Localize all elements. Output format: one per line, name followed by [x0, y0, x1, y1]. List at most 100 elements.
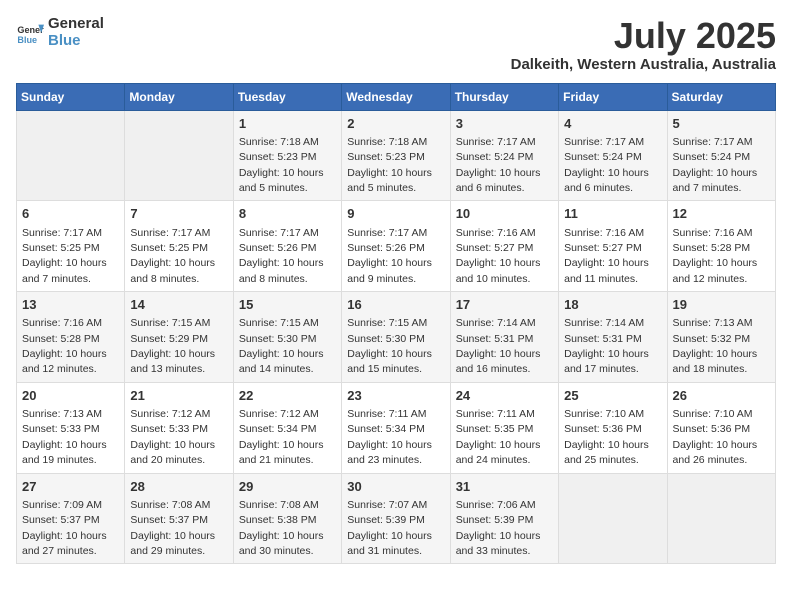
- cell-info: Sunrise: 7:11 AMSunset: 5:34 PMDaylight:…: [347, 408, 432, 466]
- day-number: 28: [130, 478, 227, 496]
- day-cell: 17 Sunrise: 7:14 AMSunset: 5:31 PMDayligh…: [450, 292, 558, 383]
- day-cell: 27Sunrise: 7:09 AMSunset: 5:37 PMDayligh…: [17, 473, 125, 564]
- cell-info: Sunrise: 7:16 AMSunset: 5:28 PMDaylight:…: [673, 227, 758, 285]
- day-number: 12: [673, 205, 770, 223]
- cell-info: Sunrise: 7:15 AMSunset: 5:30 PMDaylight:…: [347, 317, 432, 375]
- cell-info: Sunrise: 7:12 AMSunset: 5:34 PMDaylight:…: [239, 408, 324, 466]
- cell-info: Sunrise: 7:17 AMSunset: 5:24 PMDaylight:…: [673, 136, 758, 194]
- day-cell: 10Sunrise: 7:16 AMSunset: 5:27 PMDayligh…: [450, 201, 558, 292]
- day-cell: 30Sunrise: 7:07 AMSunset: 5:39 PMDayligh…: [342, 473, 450, 564]
- day-cell: 18 Sunrise: 7:14 AMSunset: 5:31 PMDayligh…: [559, 292, 667, 383]
- day-number: 30: [347, 478, 444, 496]
- logo-line1: General: [48, 16, 104, 33]
- day-cell: [667, 473, 775, 564]
- day-number: 20: [22, 387, 119, 405]
- cell-info: Sunrise: 7:17 AMSunset: 5:26 PMDaylight:…: [239, 227, 324, 285]
- day-cell: 22 Sunrise: 7:12 AMSunset: 5:34 PMDayligh…: [233, 382, 341, 473]
- month-title: July 2025: [511, 16, 776, 56]
- location-title: Dalkeith, Western Australia, Australia: [511, 56, 776, 73]
- day-cell: 2 Sunrise: 7:18 AMSunset: 5:23 PMDaylight…: [342, 110, 450, 201]
- cell-info: Sunrise: 7:17 AMSunset: 5:25 PMDaylight:…: [130, 227, 215, 285]
- day-cell: 1 Sunrise: 7:18 AMSunset: 5:23 PMDaylight…: [233, 110, 341, 201]
- cell-info: Sunrise: 7:16 AMSunset: 5:28 PMDaylight:…: [22, 317, 107, 375]
- day-cell: 14 Sunrise: 7:15 AMSunset: 5:29 PMDayligh…: [125, 292, 233, 383]
- cell-info: Sunrise: 7:15 AMSunset: 5:29 PMDaylight:…: [130, 317, 215, 375]
- cell-info: Sunrise: 7:14 AMSunset: 5:31 PMDaylight:…: [564, 317, 649, 375]
- logo: General Blue General Blue: [16, 16, 104, 49]
- svg-text:Blue: Blue: [17, 34, 37, 44]
- day-number: 5: [673, 115, 770, 133]
- calendar-table: SundayMondayTuesdayWednesdayThursdayFrid…: [16, 83, 776, 565]
- cell-info: Sunrise: 7:14 AMSunset: 5:31 PMDaylight:…: [456, 317, 541, 375]
- day-number: 21: [130, 387, 227, 405]
- day-number: 31: [456, 478, 553, 496]
- cell-info: Sunrise: 7:10 AMSunset: 5:36 PMDaylight:…: [564, 408, 649, 466]
- day-cell: 13Sunrise: 7:16 AMSunset: 5:28 PMDayligh…: [17, 292, 125, 383]
- day-number: 11: [564, 205, 661, 223]
- header-cell-thursday: Thursday: [450, 83, 558, 110]
- header-row: SundayMondayTuesdayWednesdayThursdayFrid…: [17, 83, 776, 110]
- week-row-3: 13Sunrise: 7:16 AMSunset: 5:28 PMDayligh…: [17, 292, 776, 383]
- cell-info: Sunrise: 7:10 AMSunset: 5:36 PMDaylight:…: [673, 408, 758, 466]
- day-cell: 4 Sunrise: 7:17 AMSunset: 5:24 PMDaylight…: [559, 110, 667, 201]
- cell-info: Sunrise: 7:18 AMSunset: 5:23 PMDaylight:…: [347, 136, 432, 194]
- day-cell: 9Sunrise: 7:17 AMSunset: 5:26 PMDaylight…: [342, 201, 450, 292]
- day-cell: 5 Sunrise: 7:17 AMSunset: 5:24 PMDaylight…: [667, 110, 775, 201]
- day-cell: 12 Sunrise: 7:16 AMSunset: 5:28 PMDayligh…: [667, 201, 775, 292]
- week-row-1: 1 Sunrise: 7:18 AMSunset: 5:23 PMDaylight…: [17, 110, 776, 201]
- day-number: 26: [673, 387, 770, 405]
- cell-info: Sunrise: 7:18 AMSunset: 5:23 PMDaylight:…: [239, 136, 324, 194]
- cell-info: Sunrise: 7:17 AMSunset: 5:24 PMDaylight:…: [564, 136, 649, 194]
- cell-info: Sunrise: 7:06 AMSunset: 5:39 PMDaylight:…: [456, 499, 541, 557]
- day-cell: [559, 473, 667, 564]
- day-number: 16: [347, 296, 444, 314]
- cell-info: Sunrise: 7:17 AMSunset: 5:25 PMDaylight:…: [22, 227, 107, 285]
- day-number: 6: [22, 205, 119, 223]
- cell-info: Sunrise: 7:12 AMSunset: 5:33 PMDaylight:…: [130, 408, 215, 466]
- day-cell: 31 Sunrise: 7:06 AMSunset: 5:39 PMDayligh…: [450, 473, 558, 564]
- day-cell: 11 Sunrise: 7:16 AMSunset: 5:27 PMDayligh…: [559, 201, 667, 292]
- day-number: 17: [456, 296, 553, 314]
- day-number: 29: [239, 478, 336, 496]
- header-cell-friday: Friday: [559, 83, 667, 110]
- day-number: 23: [347, 387, 444, 405]
- day-cell: [17, 110, 125, 201]
- day-cell: 23 Sunrise: 7:11 AMSunset: 5:34 PMDayligh…: [342, 382, 450, 473]
- day-cell: 25 Sunrise: 7:10 AMSunset: 5:36 PMDayligh…: [559, 382, 667, 473]
- day-cell: 29 Sunrise: 7:08 AMSunset: 5:38 PMDayligh…: [233, 473, 341, 564]
- day-cell: 16 Sunrise: 7:15 AMSunset: 5:30 PMDayligh…: [342, 292, 450, 383]
- cell-info: Sunrise: 7:17 AMSunset: 5:26 PMDaylight:…: [347, 227, 432, 285]
- cell-info: Sunrise: 7:08 AMSunset: 5:37 PMDaylight:…: [130, 499, 215, 557]
- day-number: 22: [239, 387, 336, 405]
- week-row-2: 6 Sunrise: 7:17 AMSunset: 5:25 PMDaylight…: [17, 201, 776, 292]
- day-cell: 19Sunrise: 7:13 AMSunset: 5:32 PMDayligh…: [667, 292, 775, 383]
- day-cell: 21 Sunrise: 7:12 AMSunset: 5:33 PMDayligh…: [125, 382, 233, 473]
- day-cell: 7Sunrise: 7:17 AMSunset: 5:25 PMDaylight…: [125, 201, 233, 292]
- day-number: 24: [456, 387, 553, 405]
- day-number: 2: [347, 115, 444, 133]
- header-cell-wednesday: Wednesday: [342, 83, 450, 110]
- day-cell: 24 Sunrise: 7:11 AMSunset: 5:35 PMDayligh…: [450, 382, 558, 473]
- day-cell: 20Sunrise: 7:13 AMSunset: 5:33 PMDayligh…: [17, 382, 125, 473]
- logo-icon: General Blue: [16, 19, 44, 47]
- day-number: 18: [564, 296, 661, 314]
- day-cell: 6 Sunrise: 7:17 AMSunset: 5:25 PMDaylight…: [17, 201, 125, 292]
- cell-info: Sunrise: 7:11 AMSunset: 5:35 PMDaylight:…: [456, 408, 541, 466]
- header-cell-monday: Monday: [125, 83, 233, 110]
- day-number: 25: [564, 387, 661, 405]
- cell-info: Sunrise: 7:08 AMSunset: 5:38 PMDaylight:…: [239, 499, 324, 557]
- header-cell-saturday: Saturday: [667, 83, 775, 110]
- day-cell: 8Sunrise: 7:17 AMSunset: 5:26 PMDaylight…: [233, 201, 341, 292]
- day-number: 14: [130, 296, 227, 314]
- header-cell-tuesday: Tuesday: [233, 83, 341, 110]
- cell-info: Sunrise: 7:13 AMSunset: 5:32 PMDaylight:…: [673, 317, 758, 375]
- page-header: General Blue General Blue July 2025 Dalk…: [16, 16, 776, 73]
- header-cell-sunday: Sunday: [17, 83, 125, 110]
- day-number: 10: [456, 205, 553, 223]
- day-number: 4: [564, 115, 661, 133]
- cell-info: Sunrise: 7:16 AMSunset: 5:27 PMDaylight:…: [564, 227, 649, 285]
- day-number: 15: [239, 296, 336, 314]
- day-number: 1: [239, 115, 336, 133]
- day-number: 27: [22, 478, 119, 496]
- day-number: 3: [456, 115, 553, 133]
